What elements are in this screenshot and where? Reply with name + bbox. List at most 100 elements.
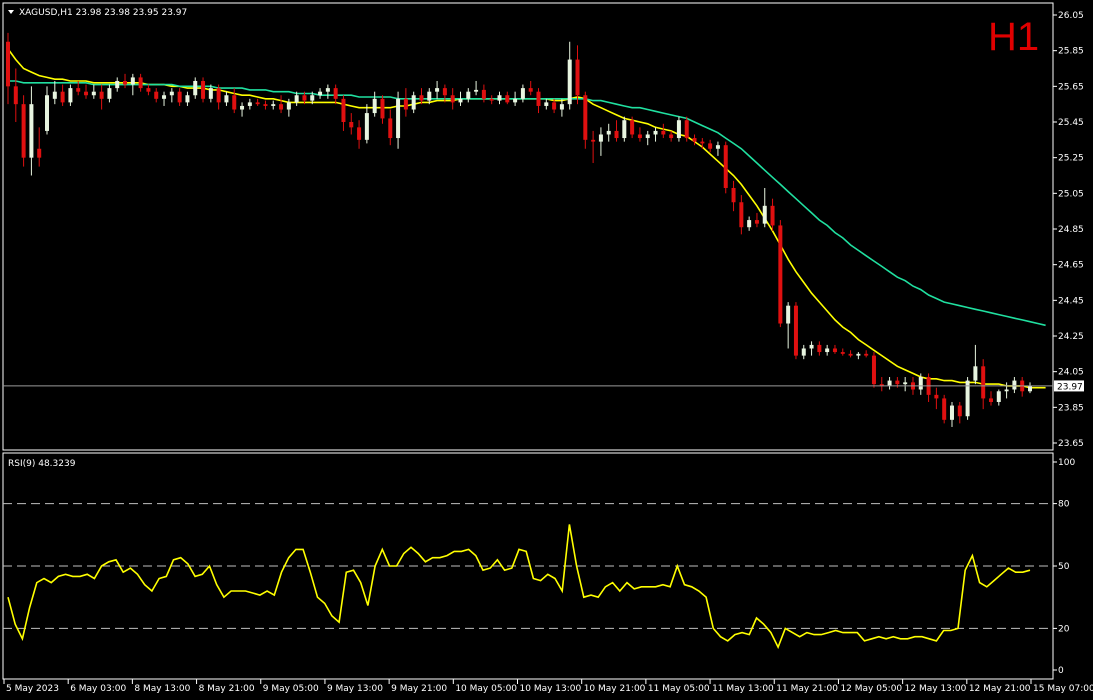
bull-candle bbox=[513, 98, 518, 103]
bull-candle bbox=[435, 88, 440, 92]
bull-candle bbox=[1012, 380, 1017, 390]
bear-candle bbox=[684, 120, 689, 139]
time-tick-label: 8 May 21:00 bbox=[199, 684, 255, 694]
bear-candle bbox=[403, 98, 408, 110]
bull-candle bbox=[458, 98, 463, 103]
bear-candle bbox=[723, 145, 728, 188]
price-tick-label: 25.05 bbox=[1058, 189, 1084, 199]
rsi-tick-label: 50 bbox=[1058, 562, 1070, 572]
bear-candle bbox=[6, 41, 10, 87]
time-tick-label: 12 May 05:00 bbox=[840, 684, 902, 694]
bull-candle bbox=[825, 348, 830, 353]
bull-candle bbox=[271, 104, 276, 106]
bull-candle bbox=[130, 77, 135, 85]
bear-candle bbox=[341, 98, 346, 122]
bull-candle bbox=[801, 348, 806, 356]
bear-candle bbox=[840, 352, 845, 354]
bear-candle bbox=[177, 91, 182, 103]
bull-candle bbox=[286, 102, 291, 110]
bear-candle bbox=[388, 118, 393, 139]
bear-candle bbox=[489, 98, 494, 101]
bear-candle bbox=[380, 98, 385, 119]
bear-candle bbox=[739, 202, 744, 228]
bull-candle bbox=[996, 391, 1001, 402]
bear-candle bbox=[895, 380, 900, 385]
bear-candle bbox=[832, 348, 837, 353]
rsi-plot bbox=[3, 503, 1053, 650]
bull-candle bbox=[903, 382, 908, 385]
bear-candle bbox=[731, 187, 736, 203]
price-tick-label: 25.25 bbox=[1058, 154, 1084, 164]
bear-candle bbox=[302, 95, 307, 101]
timeframe-badge: H1 bbox=[988, 15, 1039, 59]
bull-candle bbox=[715, 145, 720, 149]
trading-chart[interactable]: 26.05 25.85 25.65 25.45 25.25 25.05 24.85 24.65… bbox=[0, 0, 1093, 700]
price-tick-label: 24.65 bbox=[1058, 261, 1084, 271]
bear-candle bbox=[981, 366, 986, 399]
bear-candle bbox=[146, 88, 151, 92]
rsi-label: RSI(9) 48.3239 bbox=[8, 459, 76, 469]
bull-candle bbox=[676, 120, 681, 139]
bull-candle bbox=[247, 102, 252, 106]
bear-candle bbox=[661, 130, 666, 135]
bull-candle bbox=[606, 130, 611, 135]
bear-candle bbox=[708, 143, 713, 149]
bull-candle bbox=[466, 91, 471, 99]
bear-candle bbox=[864, 353, 869, 356]
bull-candle bbox=[364, 113, 369, 140]
bear-candle bbox=[99, 91, 104, 99]
bull-candle bbox=[949, 405, 954, 420]
bear-candle bbox=[349, 122, 354, 128]
bear-candle bbox=[988, 398, 993, 402]
bull-candle bbox=[45, 95, 50, 131]
bull-candle bbox=[185, 95, 190, 103]
time-tick-label: 12 May 21:00 bbox=[969, 684, 1031, 694]
rsi-tick-label: 20 bbox=[1058, 624, 1070, 634]
bull-candle bbox=[411, 95, 416, 110]
bull-candle bbox=[918, 377, 923, 390]
bull-candle bbox=[310, 95, 315, 101]
bull-candle bbox=[520, 88, 525, 99]
price-tick-label: 23.65 bbox=[1058, 439, 1084, 449]
moving-average-slow-line bbox=[8, 80, 1046, 327]
bear-candle bbox=[871, 355, 876, 385]
bull-candle bbox=[887, 380, 892, 386]
bull-candle bbox=[224, 95, 229, 103]
price-tick-label: 25.45 bbox=[1058, 118, 1084, 128]
bull-candle bbox=[544, 102, 549, 106]
bull-candle bbox=[653, 130, 658, 135]
time-tick-label: 15 May 07:00 bbox=[1033, 684, 1093, 694]
bear-candle bbox=[216, 88, 221, 103]
bear-candle bbox=[778, 225, 783, 324]
bull-candle bbox=[208, 88, 213, 99]
bear-candle bbox=[692, 138, 697, 142]
bear-candle bbox=[279, 104, 284, 110]
bear-candle bbox=[232, 95, 237, 110]
bear-candle bbox=[591, 139, 596, 142]
bull-candle bbox=[115, 80, 120, 89]
rsi-tick-label: 100 bbox=[1058, 458, 1075, 468]
bull-candle bbox=[1028, 385, 1032, 392]
price-tick-label: 24.05 bbox=[1058, 368, 1084, 378]
bear-candle bbox=[817, 344, 822, 353]
bear-candle bbox=[442, 88, 447, 96]
menu-triangle-icon[interactable] bbox=[8, 10, 14, 14]
time-tick-label: 9 May 21:00 bbox=[391, 684, 447, 694]
bull-candle bbox=[474, 89, 479, 92]
bear-candle bbox=[848, 353, 853, 356]
bull-candle bbox=[645, 134, 650, 139]
bull-candle bbox=[786, 305, 791, 324]
price-tick-label: 26.05 bbox=[1058, 11, 1084, 21]
bull-candle bbox=[169, 91, 174, 96]
bear-candle bbox=[942, 398, 947, 420]
bear-candle bbox=[770, 205, 775, 226]
bull-candle bbox=[856, 353, 861, 356]
price-tick-label: 23.85 bbox=[1058, 403, 1084, 413]
bear-candle bbox=[84, 91, 89, 96]
bear-candle bbox=[583, 95, 588, 140]
bear-candle bbox=[21, 104, 26, 158]
bear-candle bbox=[575, 59, 580, 96]
bear-candle bbox=[505, 95, 510, 103]
bear-candle bbox=[333, 88, 338, 99]
bear-candle bbox=[700, 141, 705, 144]
